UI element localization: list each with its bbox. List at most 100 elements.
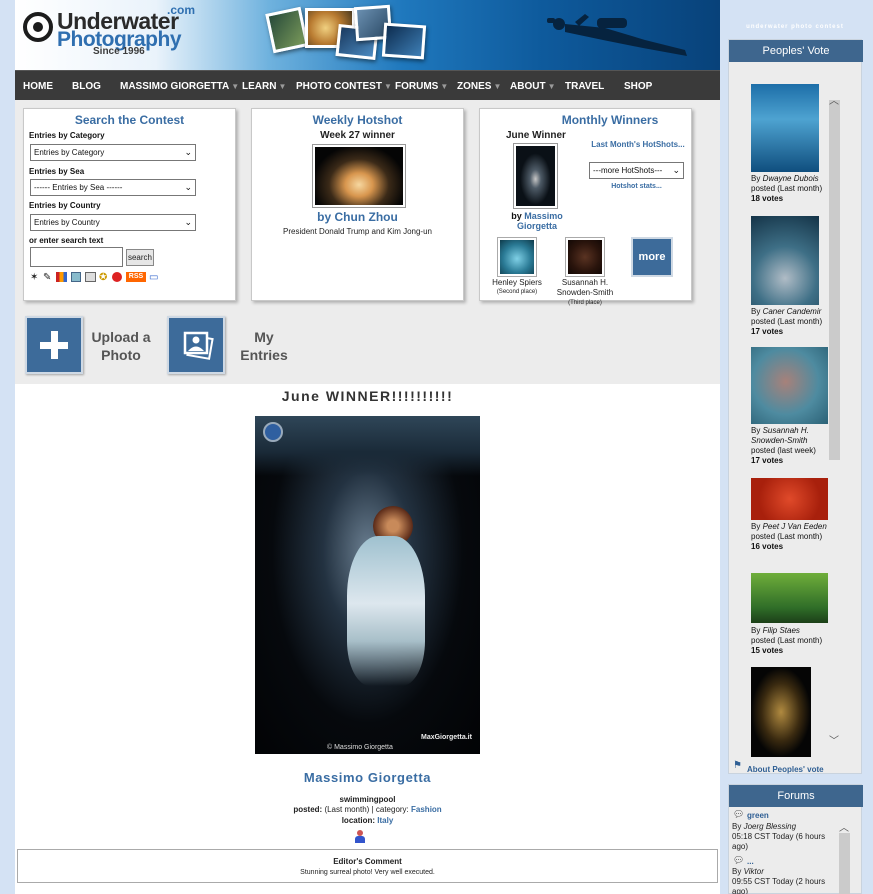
search-text-input[interactable] (30, 247, 123, 267)
book-icon[interactable]: ▭ (149, 272, 158, 283)
monthly-winner-photo[interactable] (513, 143, 558, 209)
upload-photo-button[interactable] (25, 316, 83, 374)
vote-photo-5[interactable] (751, 573, 828, 623)
nav-home[interactable]: HOME (23, 81, 53, 92)
vote-author-4[interactable]: Peet J Van Eeden (763, 522, 827, 531)
more-winners-button[interactable]: more (631, 237, 673, 277)
hotshot-photo[interactable] (312, 144, 406, 208)
category-link[interactable]: Fashion (411, 805, 442, 814)
editors-comment-box: Editor's Comment Stunning surreal photo!… (17, 849, 718, 883)
photo-credit: © Massimo Giorgetta (327, 744, 393, 751)
chevron-down-icon: ⌄ (184, 217, 192, 227)
main-column: Underwater Photography .com Since 1996 H… (15, 0, 720, 894)
more-hotshots-select[interactable]: ---more HotShots--- ⌄ (589, 162, 684, 179)
featured-author-link[interactable]: Massimo Giorgetta (15, 770, 720, 785)
second-place-name[interactable]: Henley Spiers (484, 278, 550, 287)
diver-silhouette-icon (547, 14, 687, 56)
nav-travel[interactable]: TRAVEL (565, 81, 604, 92)
info-person-icon[interactable]: ⚑ (733, 760, 743, 772)
chevron-down-icon: ⌄ (184, 147, 192, 157)
monthly-subtitle: June Winner (506, 130, 566, 141)
photo-subject-body (347, 536, 425, 686)
pencil-icon[interactable]: ✎ (43, 272, 51, 283)
photo-watermark: MaxGiorgetta.it (421, 734, 472, 741)
monthly-winner-name[interactable]: by Massimo Giorgetta (502, 211, 572, 231)
third-place-name[interactable]: Susannah H. Snowden-Smith (554, 278, 616, 298)
forum-topic-1[interactable]: green (747, 811, 769, 820)
search-panel-title: Search the Contest (74, 113, 185, 127)
category-select[interactable]: Entries by Category ⌄ (30, 144, 196, 161)
second-place-photo[interactable] (497, 237, 537, 277)
featured-heading: June WINNER!!!!!!!!!! (281, 388, 454, 404)
third-place-label: (Third place) (568, 300, 602, 306)
hotshot-author-link[interactable]: by Chun Zhou (252, 210, 463, 224)
monitor-icon[interactable] (85, 272, 96, 282)
nav-photo-contest[interactable]: PHOTO CONTEST ▼ (296, 81, 392, 92)
nav-shop[interactable]: SHOP (624, 81, 652, 92)
vote-item-3: By Susannah H. Snowden-Smith posted (last… (751, 426, 816, 465)
forums-title: Forums (729, 785, 863, 807)
upload-photo-label[interactable]: Upload a Photo (89, 328, 153, 364)
banner-photo-5 (381, 22, 427, 60)
hotshot-stats-link[interactable]: Hotshot stats... (589, 183, 684, 190)
photos-icon (183, 331, 214, 360)
fish-icon[interactable]: ✶ (30, 272, 38, 283)
nav-zones[interactable]: ZONES ▼ (457, 81, 501, 92)
books-icon[interactable] (56, 272, 67, 282)
vote-author-2[interactable]: Caner Candemir (763, 307, 822, 316)
user-profile-icon[interactable] (355, 830, 365, 844)
featured-location-info: location: Italy (341, 816, 394, 825)
copy-icon[interactable] (71, 272, 81, 282)
vote-photo-6[interactable] (751, 667, 811, 757)
scroll-down-icon[interactable]: ﹀ (829, 732, 839, 747)
scroll-up-icon[interactable]: ︿ (829, 92, 839, 107)
about-peoples-vote-link[interactable]: About Peoples' vote (747, 765, 824, 774)
forum-topic-2[interactable]: ... (747, 857, 754, 866)
forums-scroll-up-icon[interactable]: ︿ (839, 819, 849, 834)
monthly-winners-panel: Monthly Winners June Winner by Massimo G… (479, 108, 692, 306)
featured-winner-photo[interactable]: © Massimo Giorgetta MaxGiorgetta.it (255, 416, 480, 754)
nav-massimo-giorgetta[interactable]: MASSIMO GIORGETTA ▼ (120, 81, 239, 92)
last-month-hotshots-link[interactable]: Last Month's HotShots... (588, 140, 688, 149)
third-place-photo[interactable] (565, 237, 605, 277)
nav-forums[interactable]: FORUMS ▼ (395, 81, 448, 92)
award-badge-icon (263, 422, 283, 442)
rss-icon[interactable]: RSS (126, 272, 146, 282)
hotshot-title: Weekly Hotshot (312, 113, 403, 127)
vote-item-4: By Peet J Van Eeden posted (Last month) 16… (751, 522, 827, 551)
second-place-label: (Second place) (496, 289, 538, 295)
featured-posted-info: posted: (Last month) | category: Fashion (293, 805, 442, 814)
photo-surface-reflection (255, 416, 480, 476)
banner-photo-1 (265, 6, 309, 54)
my-entries-button[interactable] (167, 316, 225, 374)
nav-learn[interactable]: LEARN ▼ (242, 81, 286, 92)
nav-blog[interactable]: BLOG (72, 81, 101, 92)
location-link[interactable]: Italy (377, 816, 393, 825)
vote-item-1: By Dwayne Dubois posted (Last month) 18 vo… (751, 174, 823, 203)
forum-post-1: By Joerg Blessing 05:18 CST Today (6 hour… (732, 822, 826, 851)
vote-author-5[interactable]: Filip Staes (763, 626, 800, 635)
chevron-down-icon: ▼ (278, 82, 287, 91)
country-select[interactable]: Entries by Country ⌄ (30, 214, 196, 231)
camera-logo-icon[interactable] (23, 12, 53, 42)
vote-item-2: By Caner Candemir posted (Last month) 17 v… (751, 307, 823, 336)
vote-photo-4[interactable] (751, 478, 828, 520)
speech-bubble-icon: 💬︎ (733, 855, 745, 865)
vote-photo-3[interactable] (751, 347, 828, 424)
vote-author-3[interactable]: Susannah H. Snowden-Smith (751, 426, 809, 445)
peoples-vote-title: Peoples' Vote (729, 40, 863, 62)
vote-photo-1[interactable] (751, 84, 819, 172)
forums-scrollbar-track[interactable] (839, 833, 850, 894)
vote-scrollbar-track[interactable] (829, 100, 840, 460)
my-entries-label[interactable]: My Entries (229, 328, 299, 364)
vote-author-1[interactable]: Dwayne Dubois (763, 174, 819, 183)
logo-text-com: .com (167, 3, 196, 17)
chevron-down-icon: ▼ (547, 82, 556, 91)
sea-select[interactable]: ------ Entries by Sea ------ ⌄ (30, 179, 196, 196)
medal-icon[interactable]: ✪ (99, 272, 107, 283)
vote-photo-2[interactable] (751, 216, 819, 305)
main-navigation: HOME BLOG MASSIMO GIORGETTA ▼ LEARN ▼ PHOT… (15, 70, 720, 100)
nav-about[interactable]: ABOUT ▼ (510, 81, 555, 92)
search-button[interactable]: search (126, 249, 154, 266)
stop-icon[interactable] (112, 272, 122, 282)
